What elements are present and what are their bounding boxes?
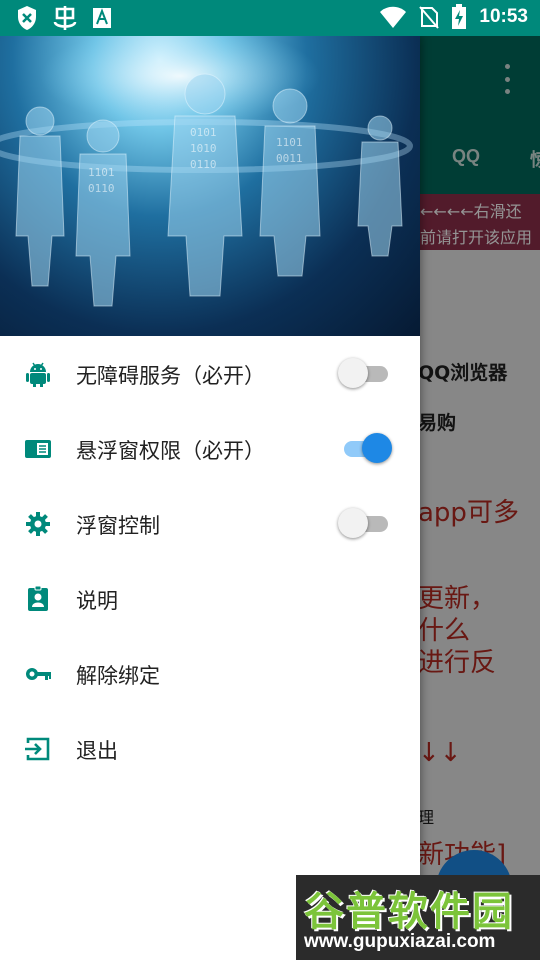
svg-text:0011: 0011 <box>276 152 303 165</box>
menu-label-exit: 退出 <box>76 739 118 763</box>
menu-label-instructions: 说明 <box>76 589 118 613</box>
watermark-title: 谷普软件园 <box>304 889 514 935</box>
toggle-accessibility[interactable] <box>338 358 390 388</box>
menu-label-overlay-permission: 悬浮窗权限（必开） <box>76 439 265 463</box>
bug-icon <box>53 6 77 30</box>
menu-label-unbind: 解除绑定 <box>76 664 160 688</box>
status-time: 10:53 <box>479 6 528 27</box>
badge-icon <box>28 585 48 611</box>
toggle-overlay-permission[interactable] <box>338 433 392 463</box>
key-icon <box>26 668 51 680</box>
window-icon <box>25 440 51 458</box>
drawer-header-image: 0101 1010 0110 1101 0110 1101 0011 <box>0 36 420 336</box>
menu-item-overlay-permission[interactable]: 悬浮窗权限（必开） <box>0 411 420 486</box>
menu-item-unbind[interactable]: 解除绑定 <box>0 636 420 711</box>
navigation-drawer: 0101 1010 0110 1101 0110 1101 0011 无障碍服务（必开） <box>0 36 420 960</box>
drawer-menu: 无障碍服务（必开） 悬浮窗权限（必开） 浮窗控制 说明 解除绑定 退出 <box>0 336 420 786</box>
svg-text:1101: 1101 <box>88 166 115 179</box>
wifi-icon <box>380 6 407 28</box>
svg-text:0101: 0101 <box>190 126 217 139</box>
shield-x-icon <box>18 6 36 30</box>
svg-text:1010: 1010 <box>190 142 217 155</box>
menu-item-instructions[interactable]: 说明 <box>0 561 420 636</box>
watermark-url: www.gupuxiazai.com <box>304 931 496 952</box>
text-badge-icon <box>93 8 111 28</box>
no-sim-icon <box>419 6 440 29</box>
svg-text:1101: 1101 <box>276 136 303 149</box>
status-bar: 10:53 <box>0 0 540 36</box>
menu-item-accessibility[interactable]: 无障碍服务（必开） <box>0 336 420 411</box>
battery-charging-icon <box>452 4 467 29</box>
menu-item-float-control[interactable]: 浮窗控制 <box>0 486 420 561</box>
menu-label-accessibility: 无障碍服务（必开） <box>76 364 265 388</box>
toggle-float-control[interactable] <box>338 508 390 538</box>
menu-item-exit[interactable]: 退出 <box>0 711 420 786</box>
watermark: 谷普软件园 www.gupuxiazai.com <box>296 875 540 960</box>
exit-icon <box>25 737 50 761</box>
svg-text:0110: 0110 <box>190 158 217 171</box>
menu-label-float-control: 浮窗控制 <box>76 514 160 538</box>
android-icon <box>26 362 50 387</box>
gear-icon <box>26 512 50 536</box>
svg-text:0110: 0110 <box>88 182 115 195</box>
